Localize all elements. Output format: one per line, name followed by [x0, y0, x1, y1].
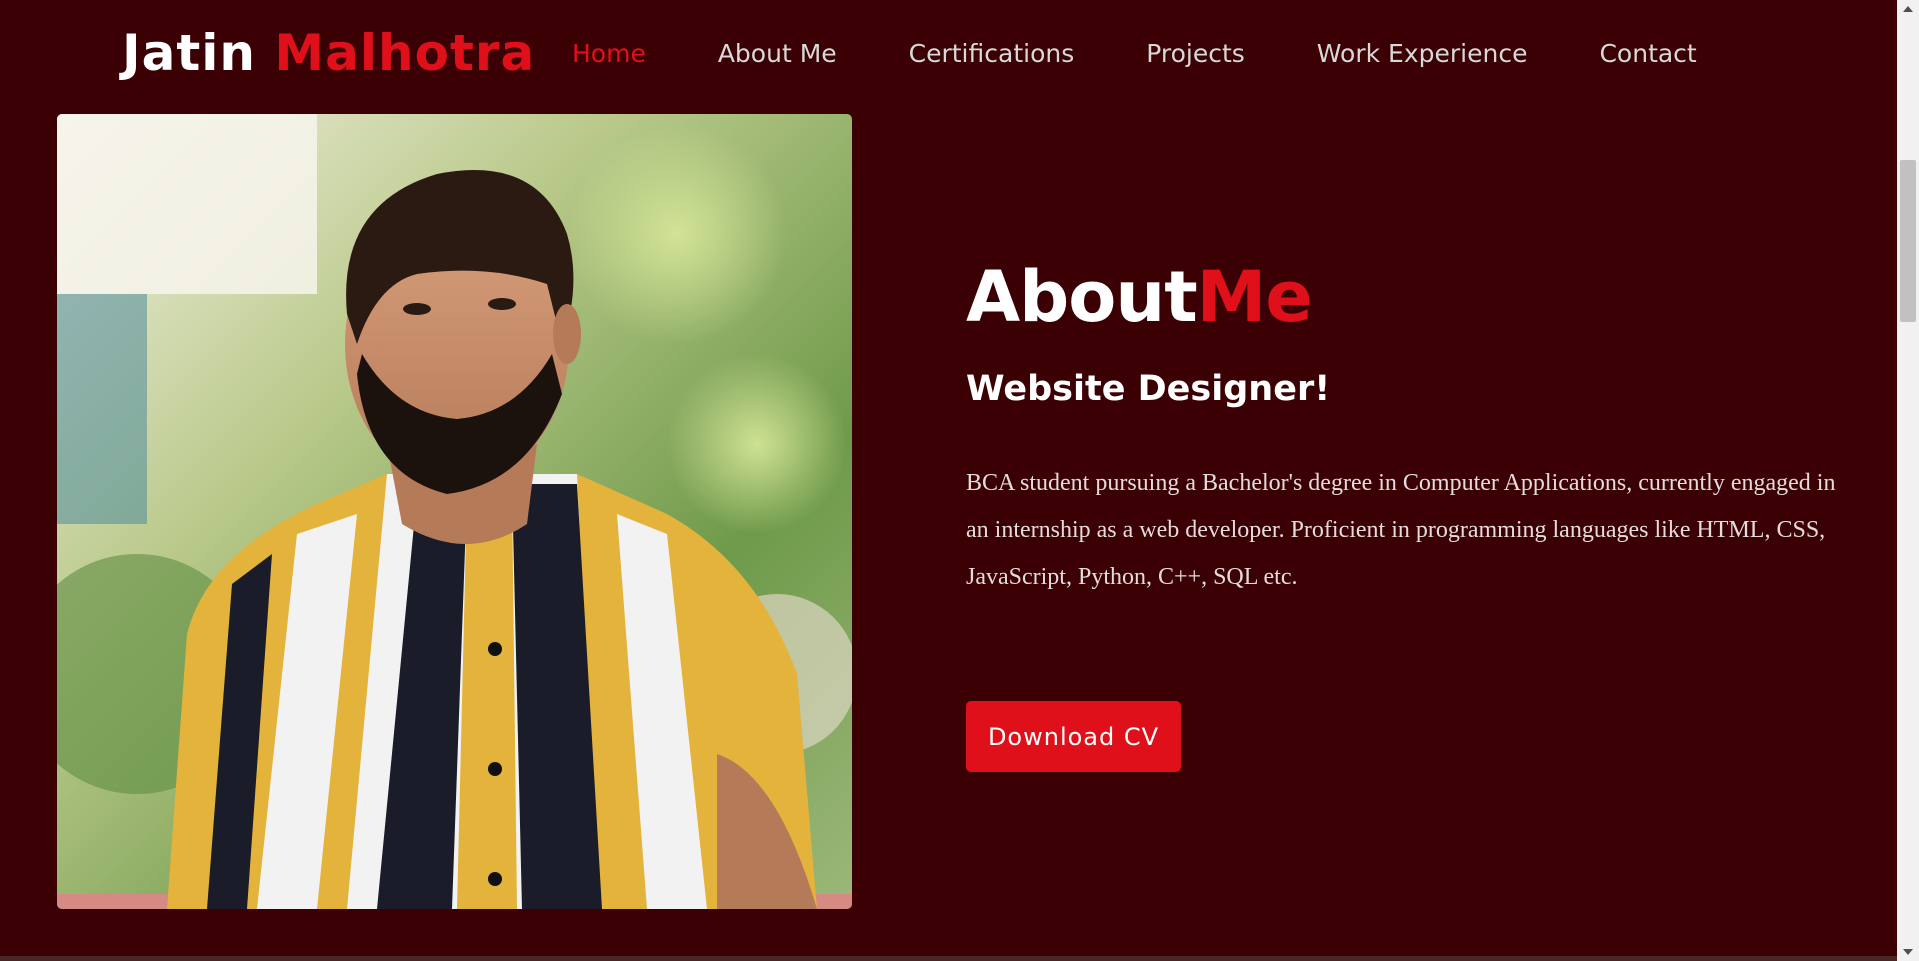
nav-about-me[interactable]: About Me: [718, 36, 837, 72]
main-nav: Home About Me Certifications Projects Wo…: [572, 36, 1769, 72]
triangle-up-icon[interactable]: [1897, 0, 1919, 18]
profile-photo: [57, 114, 852, 909]
about-section: AboutMe Website Designer! BCA student pu…: [966, 252, 1866, 601]
about-heading-white: About: [966, 256, 1198, 338]
about-heading-red: Me: [1196, 256, 1313, 338]
page: Jatin Malhotra Home About Me Certificati…: [0, 0, 1919, 961]
nav-projects[interactable]: Projects: [1146, 36, 1245, 72]
nav-contact[interactable]: Contact: [1599, 36, 1696, 72]
about-subtitle: Website Designer!: [966, 369, 1331, 409]
nav-work-experience[interactable]: Work Experience: [1317, 36, 1528, 72]
about-description: BCA student pursuing a Bachelor's degree…: [966, 470, 1836, 590]
nav-home[interactable]: Home: [572, 36, 646, 72]
about-heading: AboutMe: [966, 252, 1866, 342]
triangle-down-icon[interactable]: [1897, 943, 1919, 961]
logo-last-name: Malhotra: [274, 24, 536, 82]
site-header: Jatin Malhotra Home About Me Certificati…: [0, 0, 1897, 108]
scrollbar-thumb[interactable]: [1900, 160, 1916, 322]
section-divider: [0, 956, 1897, 961]
download-cv-button[interactable]: Download CV: [966, 701, 1181, 772]
logo[interactable]: Jatin Malhotra: [122, 18, 535, 88]
vertical-scrollbar[interactable]: [1897, 0, 1919, 961]
logo-first-name: Jatin: [122, 24, 256, 82]
nav-certifications[interactable]: Certifications: [909, 36, 1075, 72]
